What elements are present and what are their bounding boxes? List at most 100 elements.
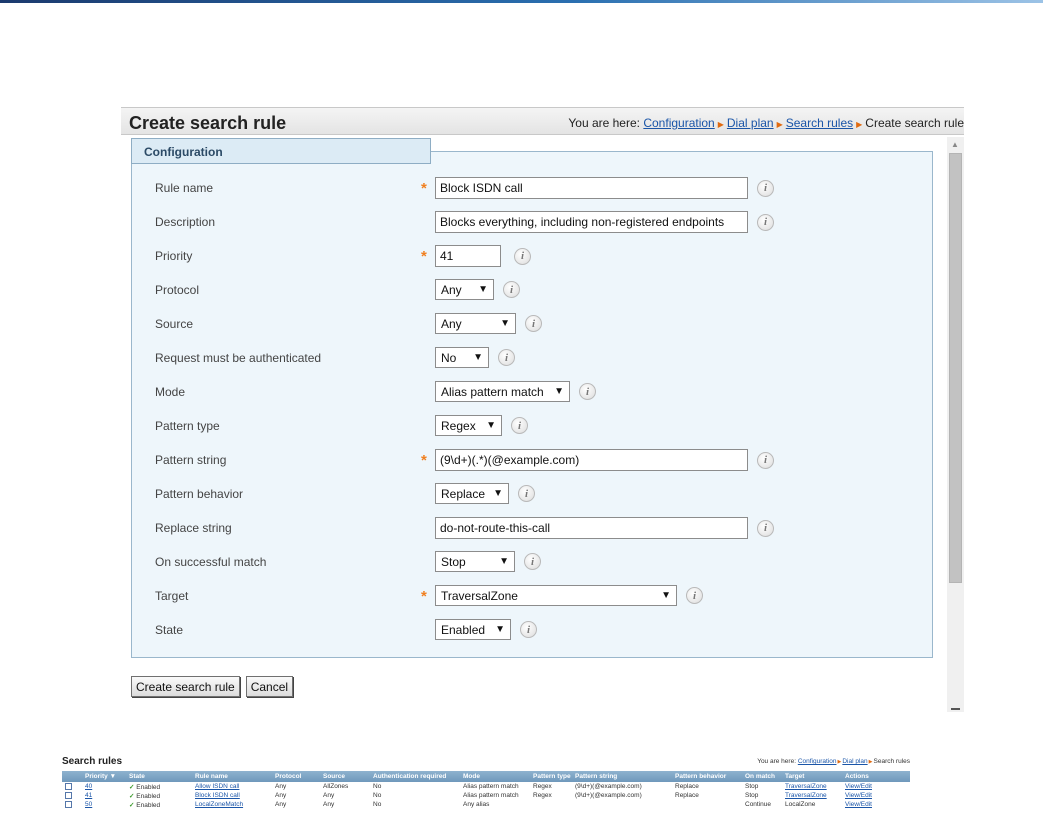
protocol-cell: Any — [275, 801, 287, 808]
pattern-behavior-cell: Replace — [675, 783, 699, 790]
target-link[interactable]: TraversalZone — [785, 792, 827, 799]
column-header-priority[interactable]: Priority ▼ — [82, 771, 126, 782]
row-checkbox[interactable] — [65, 782, 72, 790]
info-icon[interactable]: i — [757, 451, 774, 469]
pattern-type-select[interactable]: Regex ▼ — [435, 415, 502, 436]
rule-name-link[interactable]: Allow ISDN call — [195, 783, 239, 790]
breadcrumb-arrow-icon: ▶ — [776, 120, 783, 129]
info-icon[interactable]: i — [518, 485, 535, 502]
priority-label: Priority — [155, 249, 193, 263]
pattern-behavior-select[interactable]: Replace ▼ — [435, 483, 509, 504]
target-label: Target — [155, 589, 189, 603]
table-row: 40 ✓ Enabled Allow ISDN call Any AllZone… — [62, 782, 910, 791]
check-icon: ✓ — [129, 801, 135, 809]
source-select[interactable]: Any ▼ — [435, 313, 516, 334]
target-select[interactable]: TraversalZone ▼ — [435, 585, 677, 606]
scrollbar-thumb[interactable] — [949, 153, 962, 583]
column-header-on-match[interactable]: On match — [742, 771, 782, 782]
authentication-value: No — [441, 350, 457, 365]
auth-cell: No — [373, 783, 382, 790]
target-link[interactable]: TraversalZone — [785, 783, 827, 790]
breadcrumb-prefix: You are here: — [757, 758, 796, 765]
description-input[interactable] — [435, 211, 748, 233]
on-match-select[interactable]: Stop ▼ — [435, 551, 515, 572]
info-icon[interactable]: i — [520, 621, 537, 638]
info-icon[interactable]: i — [757, 179, 774, 197]
search-rules-table: Priority ▼ State Rule name Protocol Sour… — [62, 771, 910, 809]
on-match-value: Stop — [441, 554, 466, 569]
column-header-rule-name[interactable]: Rule name — [192, 771, 272, 782]
rule-name-link[interactable]: LocalZoneMatch — [195, 801, 243, 808]
breadcrumb-link-search-rules[interactable]: Search rules — [786, 116, 853, 130]
target-value: TraversalZone — [441, 588, 518, 603]
rule-name-input[interactable] — [435, 177, 748, 199]
scroll-up-icon[interactable]: ▲ — [951, 140, 959, 149]
breadcrumb-arrow-icon: ▶ — [856, 120, 863, 129]
replace-string-input[interactable] — [435, 517, 748, 539]
row-checkbox[interactable] — [65, 800, 72, 808]
priority-link[interactable]: 40 — [85, 783, 92, 790]
chevron-down-icon: ▼ — [661, 590, 671, 601]
view-edit-link[interactable]: View/Edit — [845, 783, 872, 790]
cancel-button[interactable]: Cancel — [245, 676, 294, 697]
info-icon[interactable]: i — [503, 281, 520, 298]
info-icon[interactable]: i — [525, 315, 542, 332]
create-search-rule-window: Create search rule You are here: Configu… — [121, 107, 964, 712]
auth-cell: No — [373, 792, 382, 799]
pattern-string-input[interactable] — [435, 449, 748, 471]
top-accent-bar — [0, 0, 1043, 3]
info-icon[interactable]: i — [686, 587, 703, 604]
protocol-select[interactable]: Any ▼ — [435, 279, 494, 300]
info-icon[interactable]: i — [579, 383, 596, 400]
vertical-scrollbar[interactable]: ▲ — [947, 137, 964, 712]
mode-select[interactable]: Alias pattern match ▼ — [435, 381, 570, 402]
info-icon[interactable]: i — [514, 247, 531, 265]
table-row: 50 ✓ Enabled LocalZoneMatch Any Any No A… — [62, 800, 910, 809]
row-checkbox[interactable] — [65, 791, 72, 799]
create-search-rule-button[interactable]: Create search rule — [131, 676, 240, 697]
required-asterisk: * — [421, 248, 427, 265]
info-icon[interactable]: i — [757, 519, 774, 537]
view-edit-link[interactable]: View/Edit — [845, 801, 872, 808]
auth-cell: No — [373, 801, 382, 808]
column-header-state[interactable]: State — [126, 771, 192, 782]
mode-value: Alias pattern match — [441, 384, 544, 399]
breadcrumb-link-configuration[interactable]: Configuration — [643, 116, 714, 130]
view-edit-link[interactable]: View/Edit — [845, 792, 872, 799]
column-header-actions: Actions — [842, 771, 910, 782]
column-header-pattern-behavior[interactable]: Pattern behavior — [672, 771, 742, 782]
priority-input[interactable] — [435, 245, 501, 267]
search-rules-breadcrumb: You are here: Configuration▶Dial plan▶Se… — [757, 758, 910, 765]
page-title: Create search rule — [129, 113, 287, 133]
chevron-down-icon: ▼ — [486, 420, 496, 431]
scroll-down-icon[interactable] — [951, 708, 960, 710]
breadcrumb-link-configuration[interactable]: Configuration — [798, 758, 837, 765]
info-icon[interactable]: i — [757, 213, 774, 231]
on-match-cell: Stop — [745, 783, 759, 790]
breadcrumb-link-dial-plan[interactable]: Dial plan — [727, 116, 774, 130]
protocol-cell: Any — [275, 792, 287, 799]
column-header-pattern-string[interactable]: Pattern string — [572, 771, 672, 782]
column-header-mode[interactable]: Mode — [460, 771, 530, 782]
info-icon[interactable]: i — [498, 349, 515, 366]
state-select[interactable]: Enabled ▼ — [435, 619, 511, 640]
rule-name-link[interactable]: Block ISDN call — [195, 792, 240, 799]
column-header-source[interactable]: Source — [320, 771, 370, 782]
protocol-label: Protocol — [155, 283, 200, 297]
source-cell: AllZones — [323, 783, 349, 790]
state-cell: Enabled — [136, 801, 161, 809]
breadcrumb-link-dial-plan[interactable]: Dial plan — [842, 758, 867, 765]
info-icon[interactable]: i — [511, 417, 528, 434]
state-cell: Enabled — [136, 792, 161, 800]
info-icon[interactable]: i — [524, 553, 541, 570]
column-header-pattern-type[interactable]: Pattern type — [530, 771, 572, 782]
column-header-protocol[interactable]: Protocol — [272, 771, 320, 782]
authentication-select[interactable]: No ▼ — [435, 347, 489, 368]
priority-link[interactable]: 50 — [85, 801, 92, 808]
priority-link[interactable]: 41 — [85, 792, 92, 799]
pattern-type-cell: Regex — [533, 792, 552, 799]
authentication-label: Request must be authenticated — [155, 351, 322, 365]
column-header-auth[interactable]: Authentication required — [370, 771, 460, 782]
column-header-target[interactable]: Target — [782, 771, 842, 782]
select-column-header — [62, 771, 82, 782]
